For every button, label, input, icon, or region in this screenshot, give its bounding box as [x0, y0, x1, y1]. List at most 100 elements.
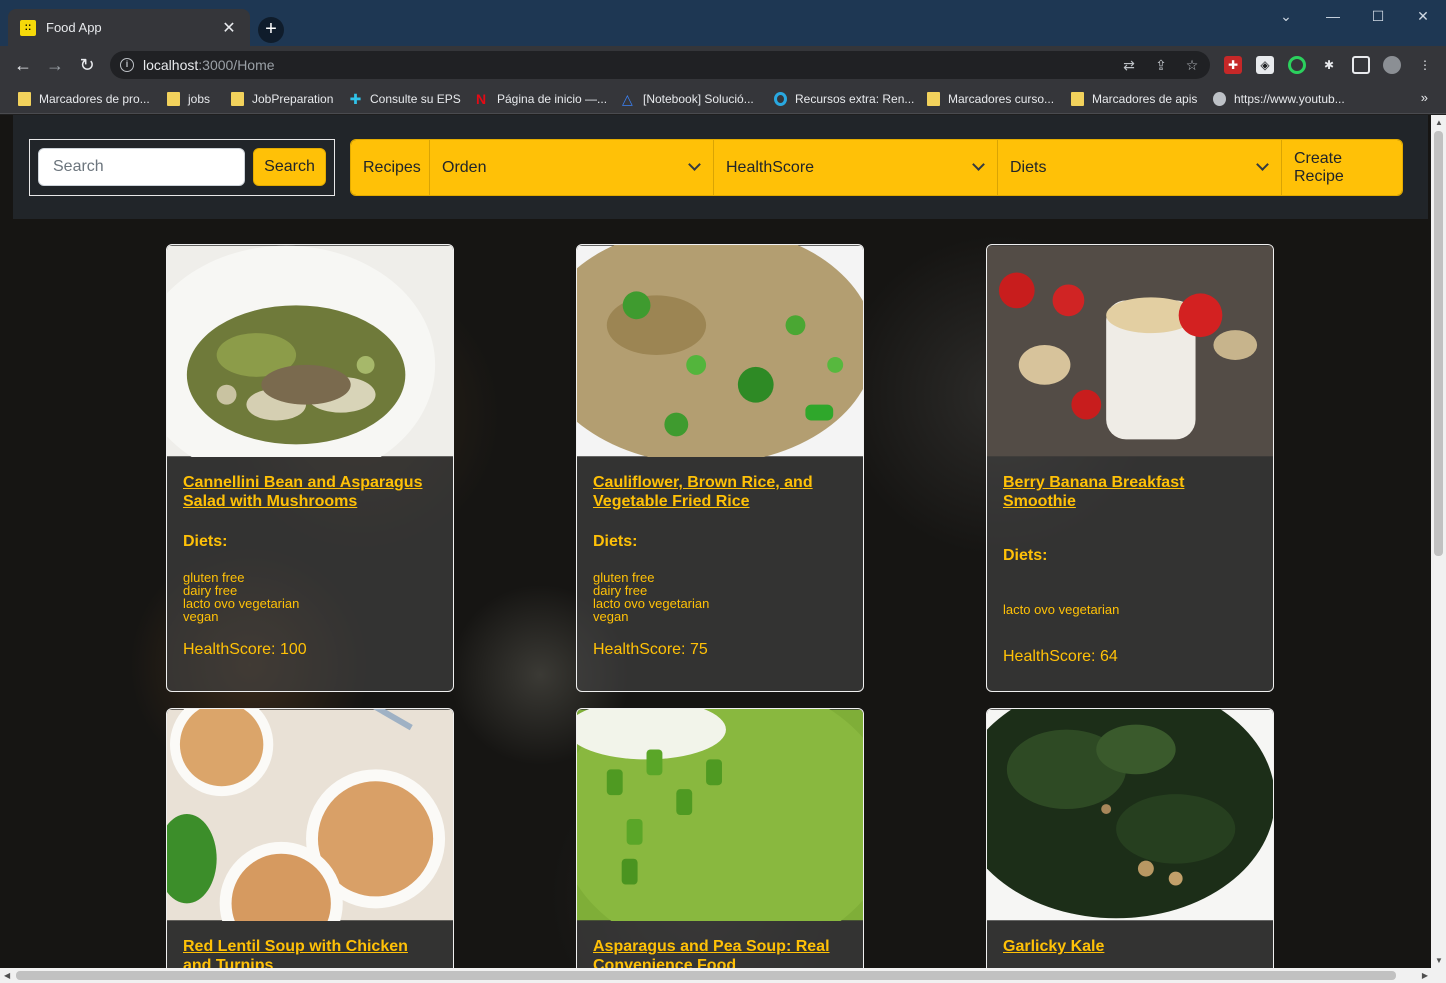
diets-label: Diets:: [1003, 547, 1048, 564]
recipe-image[interactable]: [577, 245, 863, 457]
globe-icon: [1213, 92, 1226, 106]
address-bar[interactable]: i localhost:3000/Home ⇄ ⇪ ☆: [110, 51, 1210, 79]
url-host: localhost: [143, 57, 199, 73]
diets-label: Diets:: [183, 533, 228, 550]
order-select[interactable]: Orden: [430, 140, 714, 195]
browser-toolbar: ← → ↻ i localhost:3000/Home ⇄ ⇪ ☆ ✚ ◈ ✱ …: [0, 46, 1446, 84]
card-body: Cannellini Bean and Asparagus Salad with…: [167, 457, 453, 659]
page-viewport: Search Recipes Orden HealthScore Diets C…: [0, 115, 1431, 968]
diet-list: lacto ovo vegetarian: [1003, 603, 1257, 616]
recipe-image[interactable]: [577, 709, 863, 921]
bookmark-item[interactable]: jobs: [167, 90, 210, 108]
recipe-image[interactable]: [167, 245, 453, 457]
translate-icon[interactable]: ⇄: [1120, 56, 1138, 74]
card-body: Berry Banana Breakfast Smoothie Diets: l…: [987, 457, 1273, 666]
diet-item: lacto ovo vegetarian: [183, 596, 300, 611]
chevron-down-icon: [688, 158, 701, 171]
bookmark-item[interactable]: JobPreparation: [231, 90, 333, 108]
close-icon[interactable]: ✕: [220, 18, 238, 38]
app-navbar: Search Recipes Orden HealthScore Diets C…: [13, 115, 1428, 219]
url-path: :3000/Home: [198, 57, 275, 73]
folder-icon: [231, 92, 244, 106]
scroll-right-arrow-icon[interactable]: ▶: [1422, 971, 1428, 980]
recipe-image[interactable]: [987, 709, 1273, 921]
diet-item: lacto ovo vegetarian: [593, 596, 710, 611]
maximize-button[interactable]: ☐: [1363, 6, 1393, 26]
card-body: Asparagus and Pea Soup: Real Convenience…: [577, 921, 863, 968]
bookmarks-bar: Marcadores de pro... jobs JobPreparation…: [0, 84, 1446, 114]
scroll-up-arrow-icon[interactable]: ▲: [1435, 118, 1443, 127]
recipe-card: Garlicky Kale: [986, 708, 1274, 968]
recipe-card: Red Lentil Soup with Chicken and Turnips: [166, 708, 454, 968]
site-info-icon[interactable]: i: [120, 58, 134, 72]
extensions-puzzle-icon[interactable]: ✱: [1320, 56, 1338, 74]
extension-red-icon[interactable]: ✚: [1224, 56, 1242, 74]
chevron-down-icon: [1256, 158, 1269, 171]
horizontal-scrollbar[interactable]: ◀ ▶: [0, 968, 1446, 983]
diets-select[interactable]: Diets: [998, 140, 1282, 195]
share-icon[interactable]: ⇪: [1152, 56, 1170, 74]
recipe-title-link[interactable]: Red Lentil Soup with Chicken and Turnips: [183, 937, 437, 968]
diet-item: vegan: [183, 609, 219, 624]
recipe-card: Berry Banana Breakfast Smoothie Diets: l…: [986, 244, 1274, 692]
search-button[interactable]: Search: [253, 148, 326, 186]
bookmark-star-icon[interactable]: ☆: [1183, 56, 1201, 74]
bookmark-item[interactable]: https://www.youtub...: [1213, 90, 1345, 108]
recipe-title-link[interactable]: Cannellini Bean and Asparagus Salad with…: [183, 473, 437, 511]
recipe-image[interactable]: [167, 709, 453, 921]
tab-food-app[interactable]: :: Food App ✕: [8, 9, 250, 46]
health-score: HealthScore: 64: [1003, 648, 1118, 665]
minimize-button[interactable]: —: [1318, 6, 1348, 26]
more-bookmarks-icon[interactable]: »: [1421, 90, 1428, 105]
tab-title: Food App: [46, 20, 102, 35]
bookmark-item[interactable]: Recursos extra: Ren...: [774, 90, 914, 108]
order-select-value: Orden: [442, 158, 487, 176]
chevron-down-icon: [972, 158, 985, 171]
triangle-icon: △: [622, 91, 633, 107]
scrollbar-thumb[interactable]: [16, 971, 1396, 980]
recipe-card: Asparagus and Pea Soup: Real Convenience…: [576, 708, 864, 968]
search-form: Search: [29, 139, 335, 196]
bookmark-item[interactable]: ✚ Consulte su EPS: [349, 90, 461, 108]
vertical-scrollbar[interactable]: ▲ ▼: [1431, 115, 1446, 968]
netflix-icon: N: [476, 91, 487, 107]
bookmark-item[interactable]: Marcadores de apis: [1071, 90, 1197, 108]
folder-icon: [167, 92, 180, 106]
bookmark-item[interactable]: Marcadores de pro...: [18, 90, 150, 108]
extension-ring-icon[interactable]: [1288, 56, 1306, 74]
bookmark-item[interactable]: △ [Notebook] Solució...: [622, 90, 754, 108]
search-input[interactable]: [38, 148, 245, 186]
tab-search-chevron-icon[interactable]: ⌄: [1271, 6, 1301, 26]
window-close-button[interactable]: ✕: [1408, 6, 1438, 26]
scrollbar-thumb[interactable]: [1434, 131, 1443, 556]
bookmark-item[interactable]: Marcadores curso...: [927, 90, 1054, 108]
kebab-menu-icon[interactable]: ⋮: [1416, 56, 1434, 74]
recipes-button[interactable]: Recipes: [351, 140, 430, 195]
new-tab-button[interactable]: +: [258, 17, 284, 43]
recipe-title-link[interactable]: Garlicky Kale: [1003, 937, 1257, 956]
diets-label: Diets:: [593, 533, 638, 550]
card-body: Cauliflower, Brown Rice, and Vegetable F…: [577, 457, 863, 659]
bookmark-item[interactable]: N Página de inicio —...: [476, 90, 607, 108]
health-cross-icon: ✚: [349, 91, 362, 107]
profile-avatar[interactable]: [1383, 56, 1401, 74]
recipe-image[interactable]: [987, 245, 1273, 457]
side-panel-icon[interactable]: [1352, 56, 1370, 74]
back-arrow-icon[interactable]: ←: [12, 54, 34, 76]
diet-item: lacto ovo vegetarian: [1003, 602, 1120, 617]
healthscore-select[interactable]: HealthScore: [714, 140, 998, 195]
recipe-title-link[interactable]: Asparagus and Pea Soup: Real Convenience…: [593, 937, 847, 968]
scroll-down-arrow-icon[interactable]: ▼: [1435, 956, 1443, 965]
create-recipe-button[interactable]: Create Recipe: [1282, 140, 1402, 195]
health-score: HealthScore: 100: [183, 641, 307, 658]
ring-icon: [774, 92, 787, 106]
extension-box-icon[interactable]: ◈: [1256, 56, 1274, 74]
url-text: localhost:3000/Home: [143, 57, 275, 73]
recipe-title-link[interactable]: Berry Banana Breakfast Smoothie: [1003, 473, 1257, 511]
scroll-left-arrow-icon[interactable]: ◀: [4, 971, 10, 980]
health-score: HealthScore: 75: [593, 641, 708, 658]
recipe-title-link[interactable]: Cauliflower, Brown Rice, and Vegetable F…: [593, 473, 847, 511]
reload-icon[interactable]: ↻: [76, 54, 98, 76]
diet-item: vegan: [593, 609, 629, 624]
forward-arrow-icon[interactable]: →: [44, 54, 66, 76]
